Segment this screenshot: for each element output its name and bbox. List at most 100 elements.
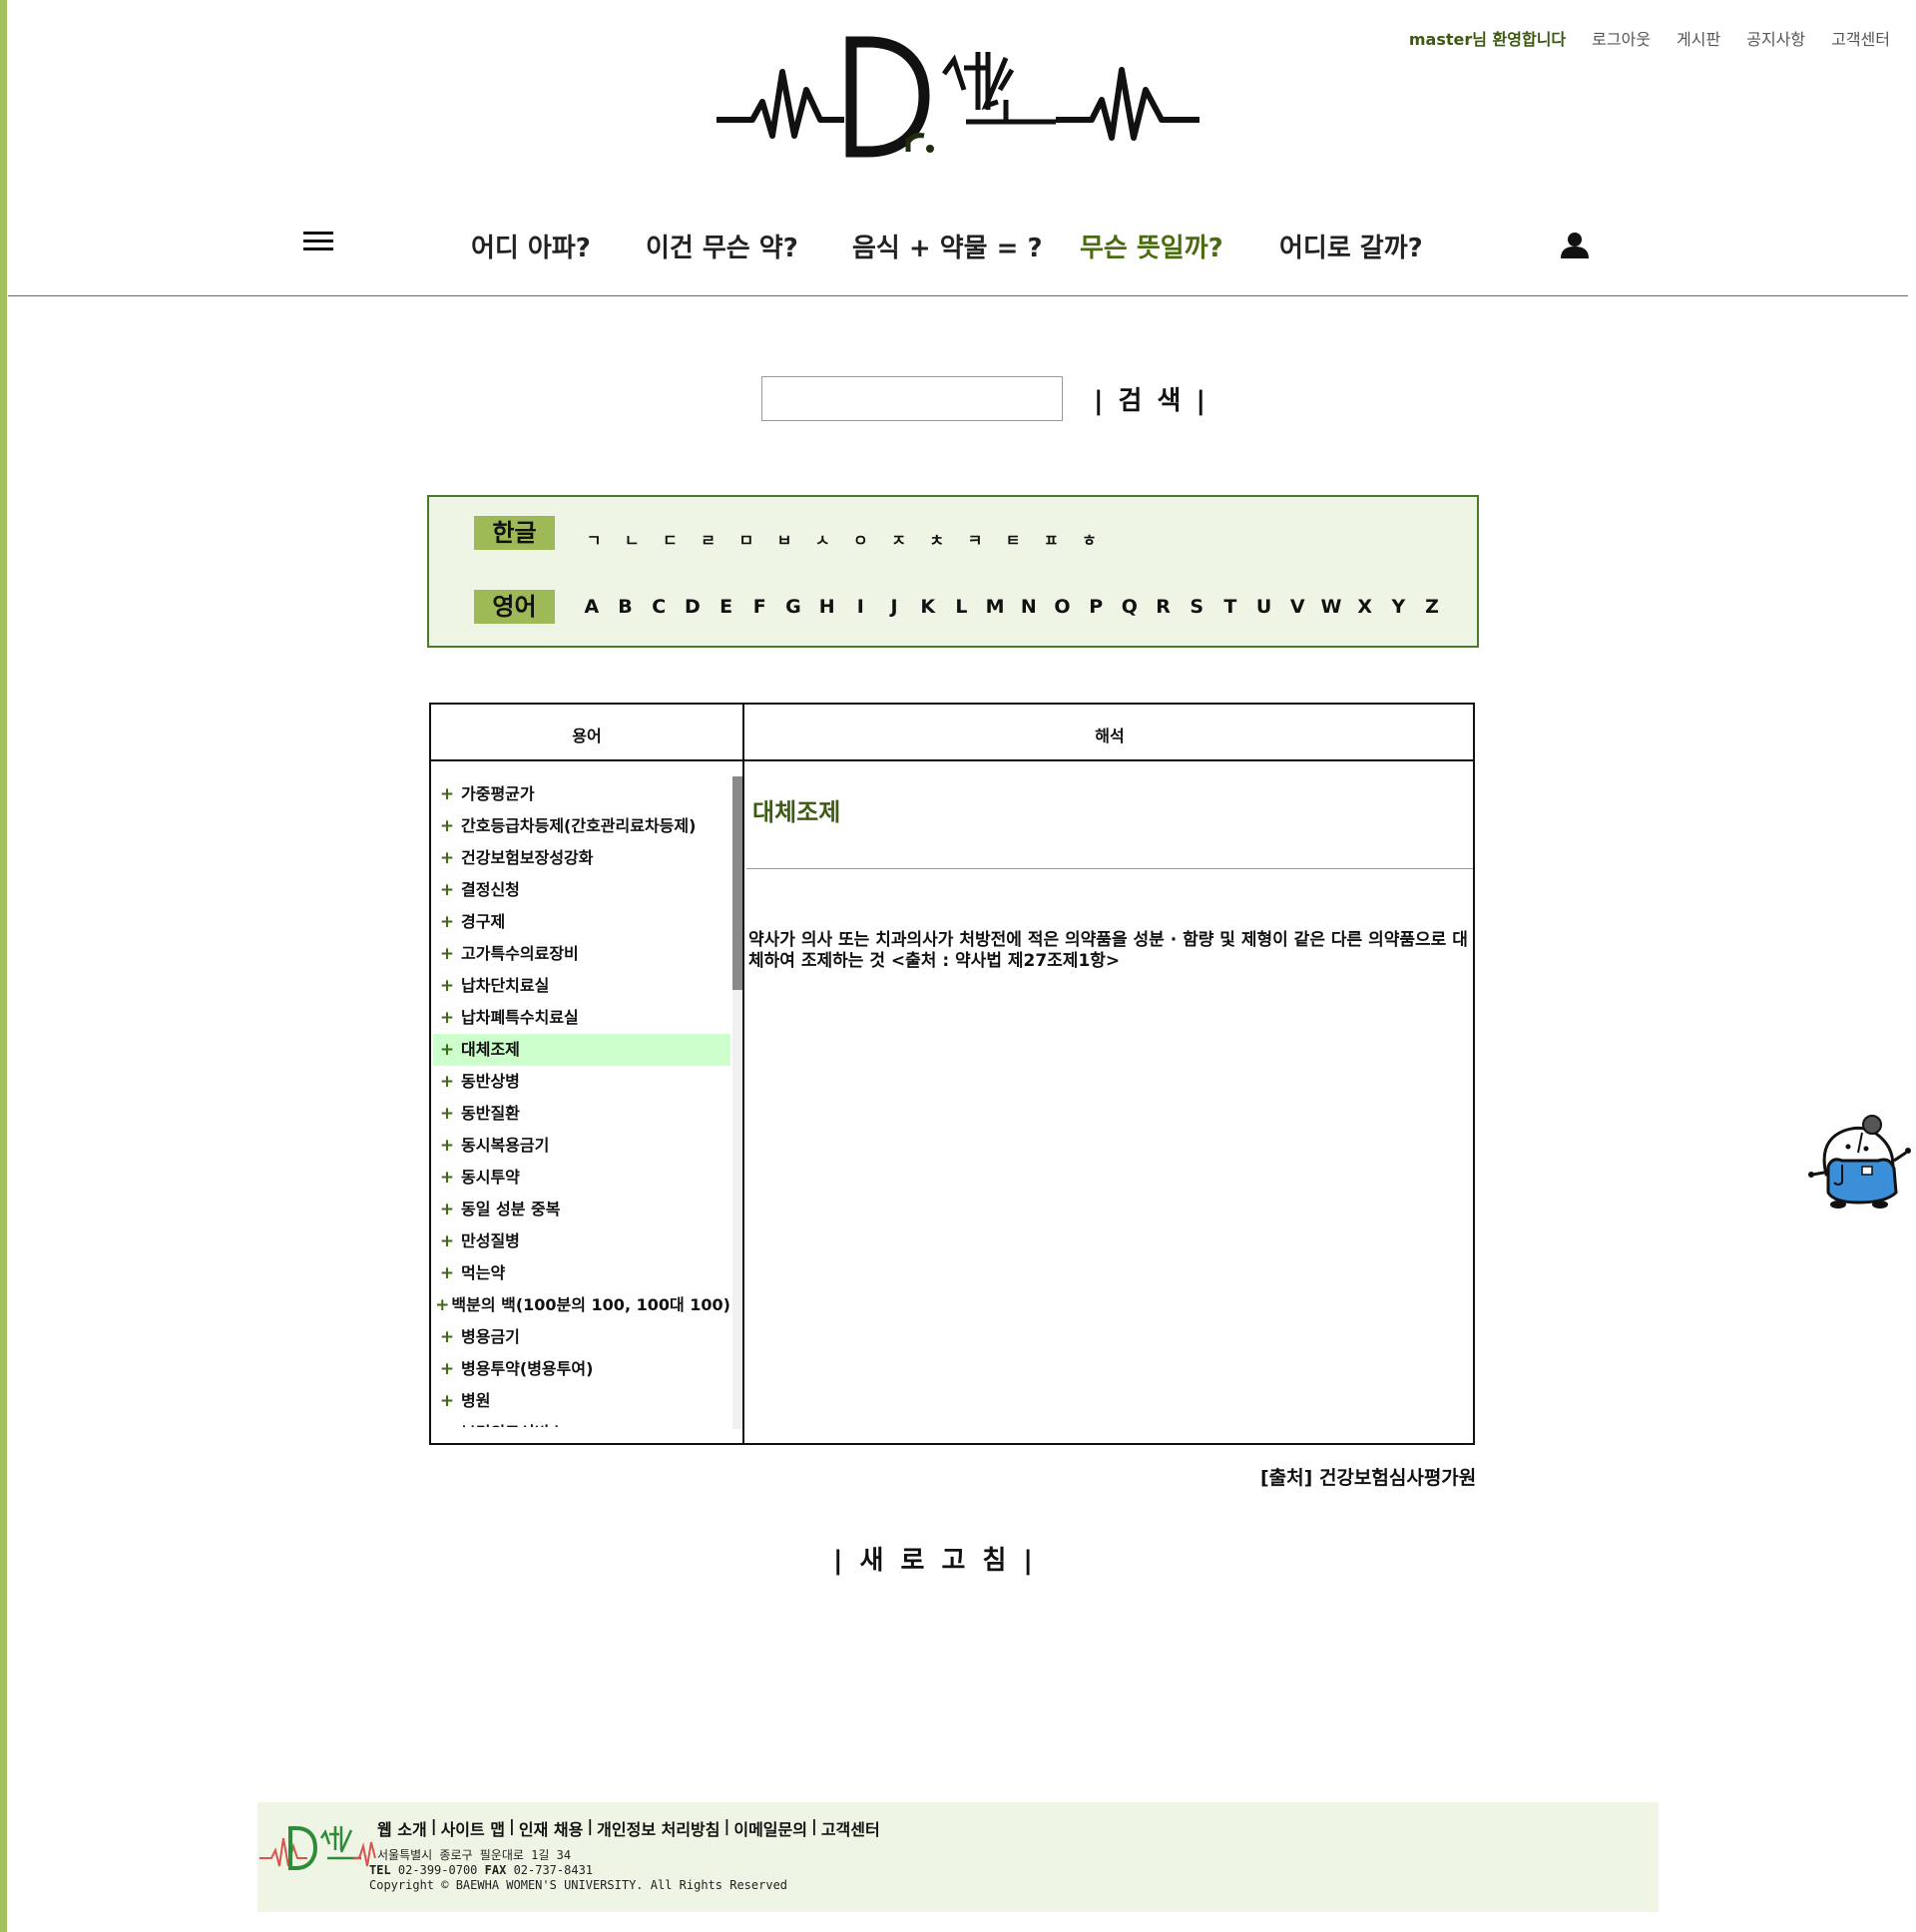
english-index-letter[interactable]: U: [1247, 596, 1281, 618]
korean-index-letter[interactable]: ㅋ: [956, 527, 994, 551]
term-list-item[interactable]: + 납차폐특수치료실: [433, 1002, 730, 1034]
term-list-item[interactable]: + 동일 성분 중복: [433, 1194, 730, 1225]
search-button[interactable]: | 검 색 |: [1094, 380, 1208, 417]
english-index-letter[interactable]: X: [1348, 596, 1382, 618]
english-index-letter[interactable]: Y: [1382, 596, 1416, 618]
english-index-letter[interactable]: N: [1012, 596, 1046, 618]
menu-icon[interactable]: [303, 232, 333, 253]
english-index-letter[interactable]: O: [1046, 596, 1080, 618]
nav-food-drug[interactable]: 음식 + 약물 = ?: [852, 228, 1043, 264]
footer-link-email[interactable]: 이메일문의: [733, 1816, 807, 1840]
english-index-letter[interactable]: K: [911, 596, 945, 618]
english-index-letter[interactable]: S: [1180, 596, 1213, 618]
english-index-letter[interactable]: C: [642, 596, 676, 618]
plus-icon: +: [439, 784, 455, 804]
term-list-item[interactable]: + 고가특수의료장비: [433, 938, 730, 970]
term-list-item[interactable]: + 동반질환: [433, 1098, 730, 1130]
term-list-scrollbar[interactable]: [732, 776, 742, 1429]
term-list-item[interactable]: + 가중평균가: [433, 778, 730, 810]
term-label: 결정신청: [461, 880, 520, 899]
term-list-item[interactable]: + 동반상병: [433, 1066, 730, 1098]
footer-link-careers[interactable]: 인재 채용: [519, 1816, 583, 1840]
korean-index-letter[interactable]: ㅁ: [727, 527, 765, 551]
english-index-letter[interactable]: D: [676, 596, 710, 618]
footer-logo[interactable]: [257, 1816, 377, 1876]
korean-index-letter[interactable]: ㄷ: [651, 527, 689, 551]
korean-index-letter[interactable]: ㅍ: [1032, 527, 1070, 551]
alphabet-index-panel: 한글 ㄱㄴㄷㄹㅁㅂㅅㅇㅈㅊㅋㅌㅍㅎ 영어 ABCDEFGHIJKLMNOPQRS…: [427, 495, 1479, 648]
term-list-item[interactable]: + 병용금기: [433, 1321, 730, 1353]
term-list-item[interactable]: + 먹는약: [433, 1257, 730, 1289]
term-list-item[interactable]: + 동시투약: [433, 1162, 730, 1194]
english-index-letter[interactable]: R: [1147, 596, 1181, 618]
term-list-item[interactable]: + 동시복용금기: [433, 1130, 730, 1162]
korean-index-letter[interactable]: ㅎ: [1070, 527, 1108, 551]
korean-index-letter[interactable]: ㅌ: [994, 527, 1032, 551]
term-list-item[interactable]: + 납차단치료실: [433, 970, 730, 1002]
refresh-button[interactable]: | 새 로 고 침 |: [833, 1540, 1037, 1577]
english-index-letter[interactable]: L: [945, 596, 979, 618]
term-list[interactable]: + 가중평균가 + 간호등급차등제(간호관리료차등제) + 건강보험보장성강화 + 결정신청 +…: [433, 778, 730, 1427]
term-list-item[interactable]: + 경구제: [433, 906, 730, 938]
english-index-letter[interactable]: P: [1079, 596, 1113, 618]
footer-link-sitemap[interactable]: 사이트 맵: [441, 1816, 505, 1840]
english-index-letter[interactable]: J: [877, 596, 911, 618]
scrollbar-thumb[interactable]: [732, 776, 742, 990]
korean-index-letter[interactable]: ㅂ: [765, 527, 803, 551]
term-label: 동시투약: [461, 1168, 520, 1187]
english-index-letter[interactable]: T: [1213, 596, 1247, 618]
board-link[interactable]: 게시판: [1676, 26, 1720, 50]
footer-link-customer-center[interactable]: 고객센터: [821, 1816, 880, 1840]
term-list-item[interactable]: + 건강보험보장성강화: [433, 842, 730, 874]
plus-icon: +: [439, 848, 455, 868]
english-index-letter[interactable]: M: [978, 596, 1012, 618]
korean-index-letter[interactable]: ㅈ: [880, 527, 918, 551]
site-logo[interactable]: [717, 30, 1199, 160]
english-index-letter[interactable]: A: [575, 596, 609, 618]
user-icon[interactable]: [1560, 232, 1590, 259]
footer-link-about[interactable]: 웹 소개: [377, 1816, 427, 1840]
logout-link[interactable]: 로그아웃: [1592, 26, 1651, 50]
korean-index-letter[interactable]: ㄴ: [613, 527, 651, 551]
term-list-item[interactable]: +보건의료서비스: [433, 1417, 730, 1427]
term-list-item[interactable]: + 결정신청: [433, 874, 730, 906]
english-index-letter[interactable]: F: [742, 596, 776, 618]
nav-where-hurt[interactable]: 어디 아파?: [471, 228, 591, 264]
english-index-letter[interactable]: I: [844, 596, 878, 618]
customer-center-link[interactable]: 고객센터: [1831, 26, 1890, 50]
nav-where-go[interactable]: 어디로 갈까?: [1279, 228, 1423, 264]
korean-index-letter[interactable]: ㅇ: [841, 527, 879, 551]
plus-icon: +: [439, 816, 455, 836]
english-index-letter[interactable]: B: [609, 596, 643, 618]
nav-term-meaning[interactable]: 무슨 뜻일까?: [1080, 228, 1223, 264]
search-input[interactable]: [761, 376, 1063, 421]
term-list-item[interactable]: + 만성질병: [433, 1225, 730, 1257]
korean-index-letter[interactable]: ㄹ: [690, 527, 727, 551]
footer-address: 서울특별시 종로구 필운대로 1길 34: [377, 1848, 572, 1862]
notice-link[interactable]: 공지사항: [1746, 26, 1805, 50]
term-list-item[interactable]: + 백분의 백(100분의 100, 100대 100): [433, 1289, 730, 1321]
footer-link-privacy[interactable]: 개인정보 처리방침: [597, 1816, 719, 1840]
term-label: 병원: [461, 1391, 491, 1410]
korean-index-letter[interactable]: ㄱ: [575, 527, 613, 551]
korean-index-letter[interactable]: ㅅ: [803, 527, 841, 551]
term-list-item[interactable]: + 간호등급차등제(간호관리료차등제): [433, 810, 730, 842]
english-index-letter[interactable]: Z: [1415, 596, 1449, 618]
plus-icon: +: [439, 912, 455, 932]
english-index-letter[interactable]: V: [1280, 596, 1314, 618]
term-list-item[interactable]: + 대체조제: [433, 1034, 730, 1066]
english-index-letter[interactable]: H: [810, 596, 844, 618]
top-links: master님 환영합니다 로그아웃 게시판 공지사항 고객센터: [1409, 26, 1890, 50]
english-index-letter[interactable]: G: [776, 596, 810, 618]
nav-what-medicine[interactable]: 이건 무슨 약?: [646, 228, 798, 264]
mascot-character-icon[interactable]: [1808, 1113, 1912, 1212]
english-index-letter[interactable]: E: [710, 596, 743, 618]
term-list-item[interactable]: + 병원: [433, 1385, 730, 1417]
footer: 웹 소개 | 사이트 맵 | 인재 채용 | 개인정보 처리방침 | 이메일문의 | 고객…: [257, 1802, 1659, 1912]
english-index-letter[interactable]: Q: [1113, 596, 1147, 618]
term-label: 납차폐특수치료실: [461, 1008, 579, 1027]
term-list-item[interactable]: + 병용투약(병용투여): [433, 1353, 730, 1385]
plus-icon: +: [439, 1359, 455, 1379]
english-index-letter[interactable]: W: [1314, 596, 1348, 618]
korean-index-letter[interactable]: ㅊ: [918, 527, 956, 551]
